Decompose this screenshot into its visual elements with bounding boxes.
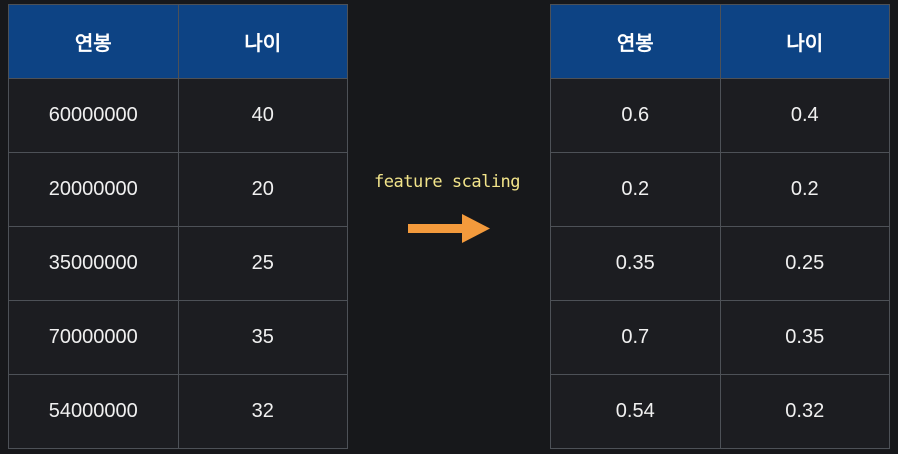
header-age: 나이: [719, 4, 890, 79]
feature-scaling-label: feature scaling: [374, 172, 521, 192]
table-header-row: 연봉 나이: [550, 4, 890, 79]
scaled-data-table: 연봉 나이 0.6 0.4 0.2 0.2 0.35 0.25 0.7 0.35…: [550, 4, 890, 449]
header-salary: 연봉: [550, 4, 721, 79]
cell-salary: 20000000: [8, 152, 179, 227]
table-row: 70000000 35: [8, 300, 348, 375]
table-row: 20000000 20: [8, 152, 348, 227]
cell-age: 0.25: [719, 226, 890, 301]
arrow-head: [462, 214, 490, 243]
cell-age: 20: [177, 152, 348, 227]
cell-salary: 0.2: [550, 152, 721, 227]
cell-salary: 0.35: [550, 226, 721, 301]
table-header-row: 연봉 나이: [8, 4, 348, 79]
cell-salary: 54000000: [8, 374, 179, 449]
header-age: 나이: [177, 4, 348, 79]
cell-age: 25: [177, 226, 348, 301]
table-row: 0.54 0.32: [550, 374, 890, 449]
cell-salary: 70000000: [8, 300, 179, 375]
table-row: 54000000 32: [8, 374, 348, 449]
table-row: 0.6 0.4: [550, 78, 890, 153]
cell-age: 0.4: [719, 78, 890, 153]
table-row: 60000000 40: [8, 78, 348, 153]
cell-salary: 0.54: [550, 374, 721, 449]
cell-age: 35: [177, 300, 348, 375]
cell-salary: 0.6: [550, 78, 721, 153]
header-salary: 연봉: [8, 4, 179, 79]
cell-salary: 0.7: [550, 300, 721, 375]
cell-age: 32: [177, 374, 348, 449]
table-row: 35000000 25: [8, 226, 348, 301]
cell-age: 40: [177, 78, 348, 153]
table-row: 0.35 0.25: [550, 226, 890, 301]
table-row: 0.7 0.35: [550, 300, 890, 375]
original-data-table: 연봉 나이 60000000 40 20000000 20 35000000 2…: [8, 4, 348, 449]
cell-salary: 35000000: [8, 226, 179, 301]
cell-salary: 60000000: [8, 78, 179, 153]
cell-age: 0.32: [719, 374, 890, 449]
cell-age: 0.35: [719, 300, 890, 375]
right-arrow-icon: [408, 214, 490, 243]
cell-age: 0.2: [719, 152, 890, 227]
arrow-shaft: [408, 224, 464, 233]
table-row: 0.2 0.2: [550, 152, 890, 227]
